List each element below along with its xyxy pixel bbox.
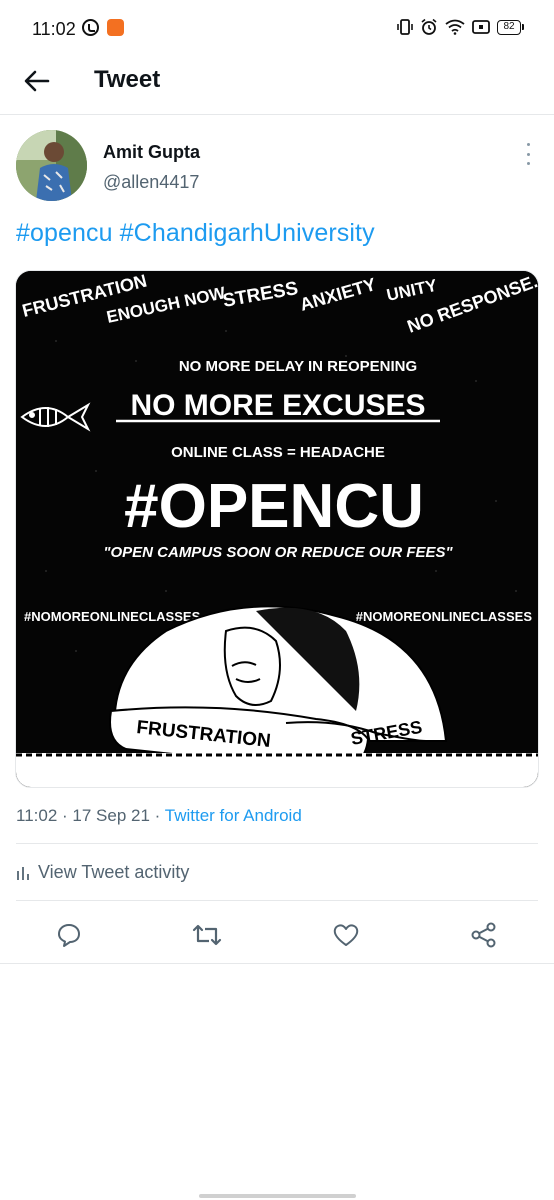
vibrate-icon [397,19,413,35]
more-vertical-icon [526,143,530,146]
divider [0,963,554,964]
status-time: 11:02 [32,19,76,39]
tweet-actions [0,910,554,962]
arrow-left-icon [24,70,50,92]
meta-separator: · [154,806,161,825]
screen-record-icon [472,20,490,34]
status-system-icons: 82 [397,18,524,36]
poster-line: NO MORE EXCUSES [130,389,425,422]
poster-quote: "OPEN CAMPUS SOON OR REDUCE OUR FEES" [103,544,453,561]
home-indicator[interactable] [199,1194,356,1198]
like-button[interactable] [329,918,363,952]
whatsapp-icon [82,19,99,36]
author-handle[interactable]: @allen4417 [103,172,199,193]
status-app-icons [82,19,124,36]
poster-line: ONLINE CLASS = HEADACHE [171,444,385,461]
author-name[interactable]: Amit Gupta [103,142,200,163]
view-activity-button[interactable]: View Tweet activity [16,862,189,883]
back-button[interactable] [22,66,52,96]
status-bar: 11:02 82 [0,0,554,58]
notification-badge-icon [107,19,124,36]
reply-button[interactable] [52,918,86,952]
retweet-icon [192,924,222,946]
analytics-icon [17,866,29,880]
share-button[interactable] [467,918,501,952]
meta-separator: · [62,806,68,825]
heart-icon [333,924,359,946]
tweet-text: #opencu #ChandigarhUniversity [16,219,375,248]
tweet-meta: 11:02 · 17 Sep 21 · Twitter for Android [16,806,302,826]
poster-tag: #NOMOREONLINECLASSES [24,609,201,624]
wifi-icon [445,19,465,35]
view-activity-label: View Tweet activity [38,862,190,882]
alarm-icon [421,18,437,35]
poster-headline: #OPENCU [124,472,424,541]
more-options-button[interactable] [518,143,538,165]
divider [16,900,538,901]
hashtag-link[interactable]: #ChandigarhUniversity [120,219,375,247]
poster-tag: #NOMOREONLINECLASSES [356,609,533,624]
poster-image: FRUSTRATION ENOUGH NOW STRESS ANXIETY UN… [16,271,538,787]
tweet-date: 17 Sep 21 [72,806,150,825]
avatar[interactable] [16,130,87,201]
poster-line: NO MORE DELAY IN REOPENING [179,358,417,375]
page-title: Tweet [94,66,161,93]
retweet-button[interactable] [190,918,224,952]
battery-level: 82 [497,19,521,35]
tweet-image[interactable]: FRUSTRATION ENOUGH NOW STRESS ANXIETY UN… [15,270,539,788]
reply-icon [58,924,80,947]
hashtag-link[interactable]: #opencu [16,219,113,247]
divider [16,843,538,844]
battery-icon: 82 [497,19,524,35]
share-icon [471,922,496,948]
tweet-time: 11:02 [16,806,58,825]
tweet-source-link[interactable]: Twitter for Android [165,806,302,825]
avatar-photo [16,130,87,201]
app-bar: Tweet [0,58,554,115]
